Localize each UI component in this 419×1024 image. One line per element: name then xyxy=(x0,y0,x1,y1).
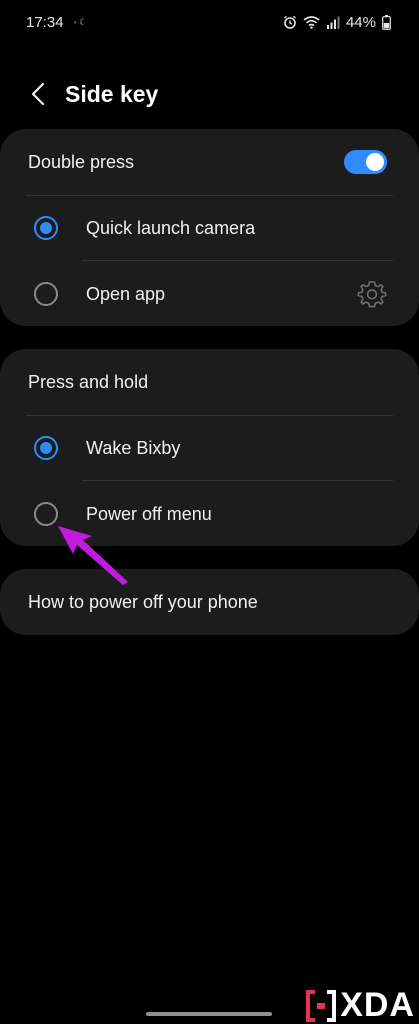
annotation-arrow-icon xyxy=(58,526,128,585)
option-label: Power off menu xyxy=(86,503,212,524)
double-press-toggle[interactable] xyxy=(344,150,387,174)
radio-quick-launch-camera[interactable] xyxy=(34,216,58,240)
radio-power-off-menu[interactable] xyxy=(34,502,58,526)
option-quick-launch-camera[interactable]: Quick launch camera xyxy=(0,195,419,261)
press-and-hold-card: Press and hold Wake Bixby Power off menu xyxy=(0,349,419,546)
xda-logo-icon xyxy=(306,989,337,1022)
double-press-row[interactable]: Double press xyxy=(0,129,419,195)
double-press-label: Double press xyxy=(28,151,135,172)
radio-wake-bixby[interactable] xyxy=(34,436,58,460)
signal-icon xyxy=(326,16,340,29)
gear-icon[interactable] xyxy=(357,279,387,309)
toggle-knob xyxy=(366,153,384,171)
page-title: Side key xyxy=(65,80,159,107)
press-and-hold-label: Press and hold xyxy=(28,371,149,392)
status-right: 44% xyxy=(283,14,391,31)
help-link-label: How to power off your phone xyxy=(28,591,258,612)
back-button[interactable] xyxy=(16,72,60,116)
option-label: Open app xyxy=(86,283,166,304)
screen: 17:34 ◦ ☾ 44% Side key Double press Quic… xyxy=(0,0,419,1024)
radio-open-app[interactable] xyxy=(34,282,58,306)
header: Side key xyxy=(0,72,419,116)
wifi-icon xyxy=(303,16,320,29)
alarm-icon xyxy=(284,15,296,29)
battery-percent: 44% xyxy=(345,13,376,31)
status-bar: 17:34 ◦ ☾ 44% xyxy=(0,0,419,44)
battery-icon xyxy=(382,14,391,30)
chevron-left-icon xyxy=(31,82,45,106)
notification-dot-icon: ◦ ☾ xyxy=(73,16,88,27)
option-label: Wake Bixby xyxy=(86,437,181,458)
double-press-card: Double press Quick launch camera Open ap… xyxy=(0,129,419,326)
status-left: 17:34 ◦ ☾ xyxy=(26,14,87,31)
option-open-app[interactable]: Open app xyxy=(0,261,419,327)
xda-watermark: XDA xyxy=(306,986,415,1024)
option-wake-bixby[interactable]: Wake Bixby xyxy=(0,415,419,481)
press-and-hold-header: Press and hold xyxy=(0,349,419,415)
status-time: 17:34 xyxy=(26,13,64,31)
watermark-text: XDA xyxy=(340,986,415,1024)
home-indicator[interactable] xyxy=(146,1012,272,1016)
option-label: Quick launch camera xyxy=(86,217,256,238)
